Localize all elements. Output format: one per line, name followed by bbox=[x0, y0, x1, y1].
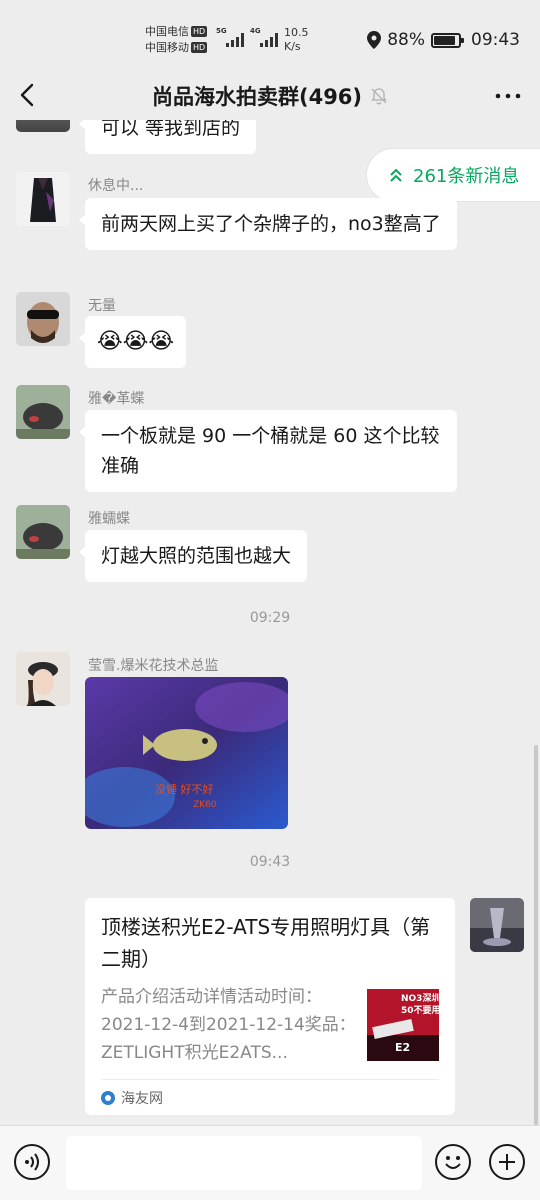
chat-title: 尚品海水拍卖群(496) bbox=[0, 81, 540, 111]
link-card-description: 产品介绍活动详情活动时间：2021-12-4到2021-12-14奖品：ZETL… bbox=[101, 987, 356, 1063]
hd-badge: HD bbox=[191, 26, 208, 37]
carrier-2: 中国移动 bbox=[145, 41, 189, 54]
link-card[interactable]: 顶楼送积光E2-ATS专用照明灯具（第二期） 产品介绍活动详情活动时间：2021… bbox=[85, 898, 455, 1115]
more-functions-button[interactable] bbox=[489, 1144, 525, 1180]
avatar[interactable] bbox=[470, 898, 524, 952]
status-bar: 中国电信 HD 中国移动 HD 5G 4G 10.5 K/s 88% 09:43 bbox=[0, 0, 540, 80]
battery-icon bbox=[431, 32, 464, 48]
mute-bell-icon bbox=[371, 88, 387, 105]
emoji-button[interactable] bbox=[435, 1144, 471, 1180]
timestamp: 09:43 bbox=[249, 854, 291, 870]
avatar[interactable] bbox=[16, 385, 70, 439]
message-bubble[interactable]: 前两天网上买了个杂牌子的，no3整高了 bbox=[79, 198, 457, 250]
avatar-image bbox=[16, 292, 70, 346]
avatar-image bbox=[16, 172, 70, 226]
source-logo-icon bbox=[101, 1090, 115, 1105]
status-right: 88% 09:43 bbox=[367, 30, 520, 50]
signal-5g-icon: 5G bbox=[216, 27, 246, 49]
image-message[interactable]: 没锤 好不好 ZK60 bbox=[85, 677, 288, 829]
avatar-image bbox=[16, 385, 70, 439]
scrollbar[interactable] bbox=[534, 745, 538, 1125]
double-chevron-up-icon bbox=[390, 168, 402, 182]
avatar-image bbox=[16, 652, 70, 706]
crying-emoji: 😭😭😭 bbox=[97, 329, 175, 354]
message-list[interactable]: 可以 等我到店的 261条新消息 休息中... 前两天网上买了个杂牌子的，no3… bbox=[0, 120, 540, 1125]
avatar[interactable] bbox=[16, 505, 70, 559]
location-icon bbox=[367, 31, 382, 49]
voice-icon bbox=[25, 1153, 39, 1171]
hd-badge: HD bbox=[191, 42, 208, 53]
link-card-title: 顶楼送积光E2-ATS专用照明灯具（第二期） bbox=[101, 915, 431, 971]
aquarium-photo: 没锤 好不好 ZK60 bbox=[85, 677, 288, 829]
chat-header: 尚品海水拍卖群(496) bbox=[0, 70, 540, 120]
avatar[interactable] bbox=[16, 292, 70, 346]
avatar[interactable] bbox=[16, 120, 70, 132]
sender-name: 雅蠕蝶 bbox=[88, 511, 130, 527]
thumb-text-3: E2 bbox=[395, 1041, 410, 1054]
link-card-thumbnail: NO3深圳 50不要用 E2 bbox=[367, 989, 439, 1061]
thumb-text-1: NO3深圳 bbox=[401, 992, 439, 1004]
message-input[interactable] bbox=[66, 1136, 422, 1190]
photo-caption-2: ZK60 bbox=[193, 800, 217, 810]
sender-name: 休息中... bbox=[88, 178, 144, 194]
clock: 09:43 bbox=[471, 30, 520, 50]
new-messages-button[interactable]: 261条新消息 bbox=[366, 148, 540, 202]
avatar[interactable] bbox=[16, 652, 70, 706]
smiley-icon bbox=[445, 1156, 461, 1169]
carrier-info: 中国电信 HD 中国移动 HD bbox=[145, 24, 208, 56]
signal-4g-icon: 4G bbox=[250, 27, 280, 49]
input-bar bbox=[0, 1125, 540, 1200]
sender-name: 莹雪.爆米花技术总监 bbox=[88, 658, 219, 674]
avatar-image bbox=[16, 505, 70, 559]
thumb-text-2: 50不要用 bbox=[401, 1005, 439, 1016]
battery-percent: 88% bbox=[387, 30, 425, 50]
message-bubble[interactable]: 灯越大照的范围也越大 bbox=[78, 530, 308, 582]
message-bubble[interactable]: 一个板就是 90 一个桶就是 60 这个比较准确 bbox=[79, 410, 457, 492]
link-card-source: 海友网 bbox=[101, 1079, 439, 1115]
carrier-1: 中国电信 bbox=[145, 25, 189, 38]
photo-caption-1: 没锤 好不好 bbox=[155, 782, 214, 796]
avatar[interactable] bbox=[16, 172, 70, 226]
network-speed: 10.5 K/s bbox=[284, 26, 309, 53]
timestamp: 09:29 bbox=[249, 610, 291, 626]
more-options-icon[interactable] bbox=[494, 82, 522, 110]
voice-input-button[interactable] bbox=[14, 1144, 50, 1180]
message-bubble[interactable]: 😭😭😭 bbox=[78, 316, 187, 368]
message-bubble[interactable]: 可以 等我到店的 bbox=[78, 120, 257, 154]
avatar-image bbox=[470, 898, 524, 952]
sender-name: 雅�革蝶 bbox=[88, 391, 145, 407]
sender-name: 无量 bbox=[88, 298, 116, 314]
